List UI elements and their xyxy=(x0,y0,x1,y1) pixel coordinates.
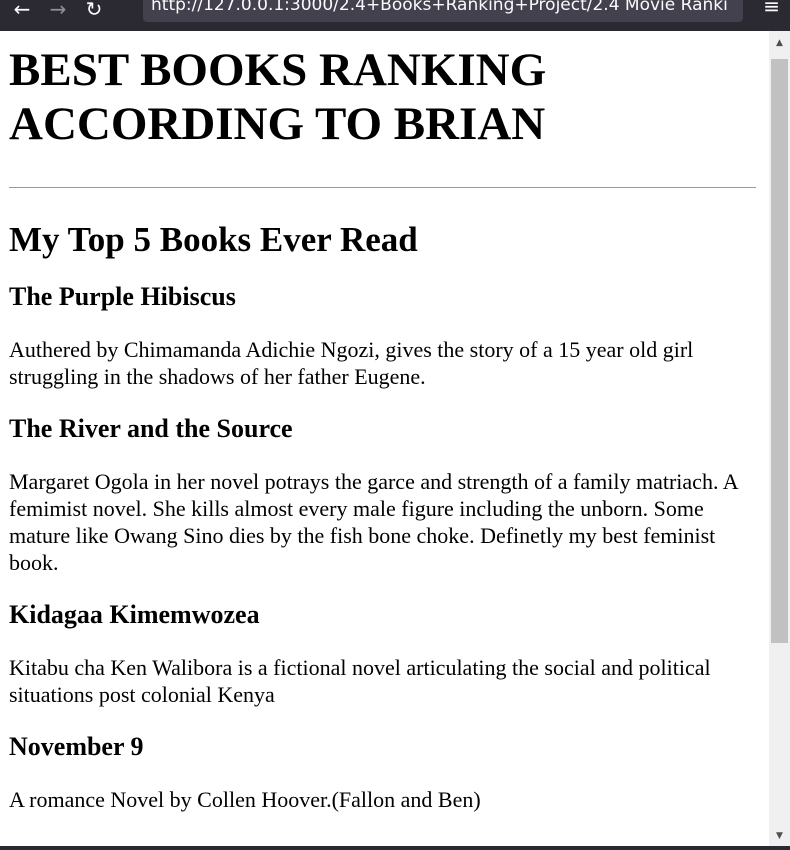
scroll-down-arrow-icon[interactable]: ▼ xyxy=(769,826,790,846)
url-text[interactable]: http://127.0.0.1:3000/2.4+Books+Ranking+… xyxy=(143,0,743,16)
address-bar[interactable]: http://127.0.0.1:3000/2.4+Books+Ranking+… xyxy=(143,0,743,22)
window-bottom-edge xyxy=(0,846,790,850)
page-content: BEST BOOKS RANKING ACCORDING TO BRIAN My… xyxy=(0,43,769,813)
book-title: November 9 xyxy=(9,732,144,761)
book-title: Kidagaa Kimemwozea xyxy=(9,600,260,629)
browser-toolbar: ← → ↻ http://127.0.0.1:3000/2.4+Books+Ra… xyxy=(0,0,790,31)
book-description: Margaret Ogola in her novel potrays the … xyxy=(9,469,738,575)
page-title: BEST BOOKS RANKING ACCORDING TO BRIAN xyxy=(9,43,759,151)
vertical-scrollbar[interactable]: ▲ ▼ xyxy=(769,31,790,846)
book-title: The Purple Hibiscus xyxy=(9,282,236,311)
page-title-line1: BEST BOOKS RANKING xyxy=(9,44,547,96)
back-arrow-icon[interactable]: ← xyxy=(4,0,40,19)
book-description: A romance Novel by Collen Hoover.(Fallon… xyxy=(9,787,481,812)
book-description: Authered by Chimamanda Adichie Ngozi, gi… xyxy=(9,337,694,389)
section-heading: My Top 5 Books Ever Read xyxy=(9,220,418,259)
hamburger-menu-icon[interactable]: ≡ xyxy=(763,0,780,18)
page-viewport: BEST BOOKS RANKING ACCORDING TO BRIAN My… xyxy=(0,31,769,846)
page-title-line2: ACCORDING TO BRIAN xyxy=(9,98,546,150)
book-title: The River and the Source xyxy=(9,414,293,443)
forward-arrow-icon[interactable]: → xyxy=(40,0,76,19)
scroll-thumb[interactable] xyxy=(771,59,788,643)
divider xyxy=(9,187,756,188)
scroll-up-arrow-icon[interactable]: ▲ xyxy=(769,33,790,53)
reload-icon[interactable]: ↻ xyxy=(76,0,112,19)
book-description: Kitabu cha Ken Walibora is a fictional n… xyxy=(9,655,711,707)
